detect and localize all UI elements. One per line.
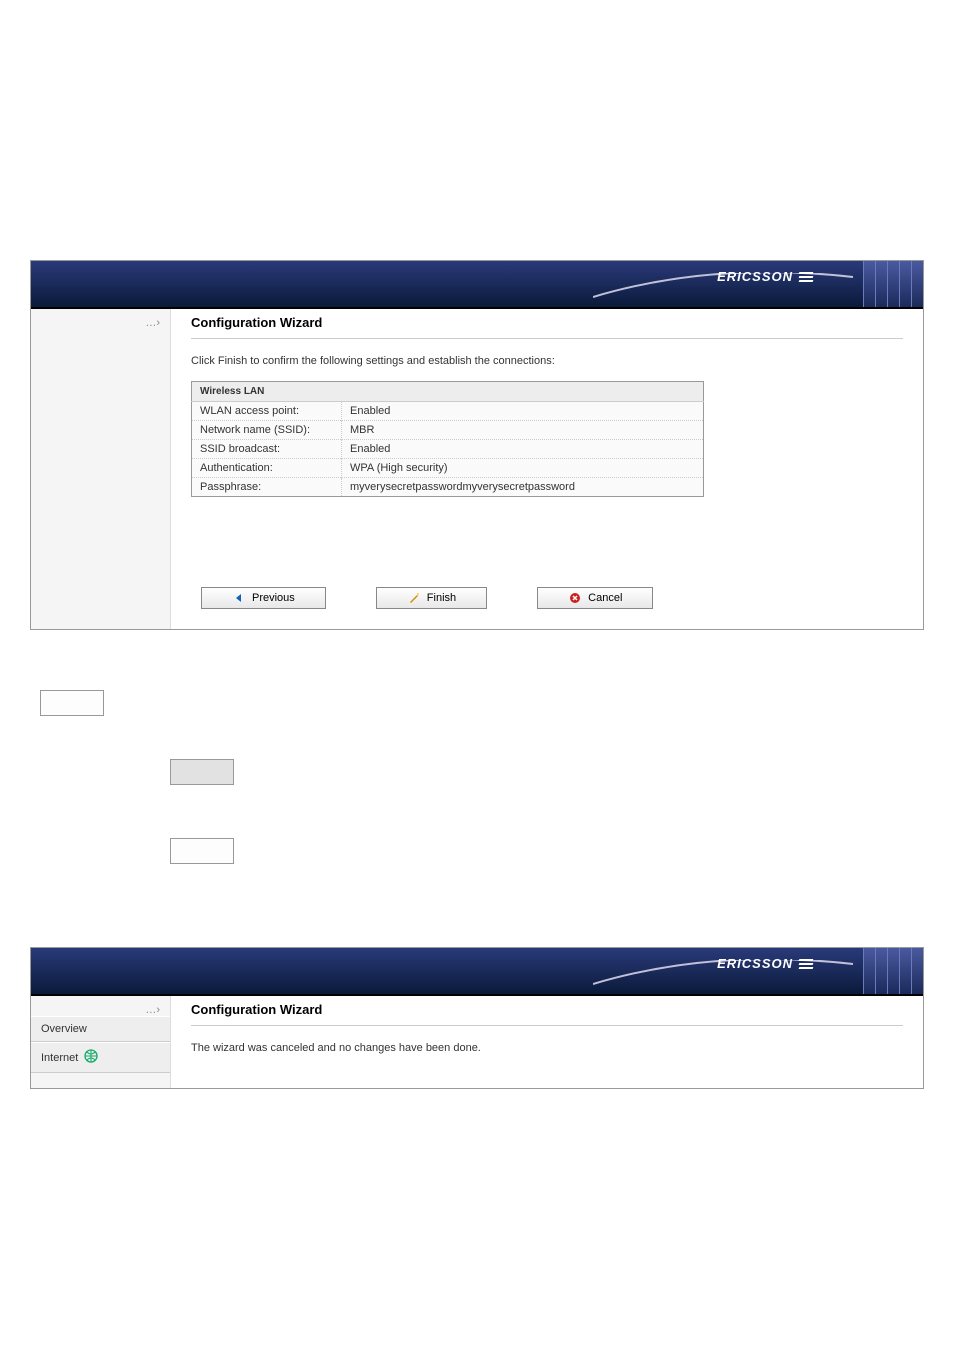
sidebar-item-overview[interactable]: Overview (31, 1016, 170, 1042)
cancel-icon (568, 591, 582, 605)
wizard-sidebar: …› (31, 309, 171, 629)
wizard-summary-panel: ERICSSON …› Configuration Wizard Click F… (30, 260, 924, 630)
passphrase-label: Passphrase: (192, 478, 342, 497)
table-row: Passphrase: myverysecretpasswordmyveryse… (192, 478, 704, 497)
sidebar-item-internet[interactable]: Internet (31, 1042, 170, 1073)
breadcrumb-marker: …› (31, 309, 170, 329)
globe-icon (84, 1049, 98, 1066)
cancel-button[interactable]: Cancel (537, 587, 653, 609)
passphrase-value: myverysecretpasswordmyverysecretpassword (342, 478, 704, 497)
wlan-ap-label: WLAN access point: (192, 402, 342, 421)
wizard-canceled-panel: ERICSSON …› Overview Internet (30, 947, 924, 1089)
table-row: Network name (SSID): MBR (192, 421, 704, 440)
wand-icon (407, 591, 421, 605)
ericsson-stripes-icon (799, 957, 813, 971)
placeholder-button-1[interactable] (40, 690, 104, 716)
placeholder-button-2[interactable] (170, 759, 234, 785)
arrow-left-icon (232, 591, 246, 605)
wlan-section-header: Wireless LAN (192, 382, 704, 402)
instruction-text: Click Finish to confirm the following se… (191, 355, 903, 367)
sidebar-item-label: Overview (41, 1023, 87, 1035)
ssid-broadcast-value: Enabled (342, 440, 704, 459)
header-decor (863, 261, 923, 307)
finish-button[interactable]: Finish (376, 587, 487, 609)
ericsson-stripes-icon (799, 270, 813, 284)
page-title: Configuration Wizard (191, 309, 903, 339)
auth-label: Authentication: (192, 459, 342, 478)
auth-value: WPA (High security) (342, 459, 704, 478)
ssid-label: Network name (SSID): (192, 421, 342, 440)
breadcrumb-marker: …› (31, 996, 170, 1016)
table-row: WLAN access point: Enabled (192, 402, 704, 421)
header-decor (863, 948, 923, 994)
table-row: Authentication: WPA (High security) (192, 459, 704, 478)
finish-label: Finish (427, 592, 456, 604)
brand-text: ERICSSON (717, 956, 793, 971)
ericsson-logo: ERICSSON (717, 269, 813, 284)
ssid-value: MBR (342, 421, 704, 440)
cancel-label: Cancel (588, 592, 622, 604)
sidebar-item-label: Internet (41, 1052, 78, 1064)
page-title: Configuration Wizard (191, 996, 903, 1026)
brand-header: ERICSSON (31, 948, 923, 996)
wizard-sidebar: …› Overview Internet (31, 996, 171, 1088)
wizard-button-row: Previous Finish Cancel (191, 587, 903, 609)
previous-button[interactable]: Previous (201, 587, 326, 609)
previous-label: Previous (252, 592, 295, 604)
placeholder-buttons (30, 690, 924, 867)
table-row: SSID broadcast: Enabled (192, 440, 704, 459)
brand-header: ERICSSON (31, 261, 923, 309)
brand-text: ERICSSON (717, 269, 793, 284)
wlan-ap-value: Enabled (342, 402, 704, 421)
placeholder-button-3[interactable] (170, 838, 234, 864)
ericsson-logo: ERICSSON (717, 956, 813, 971)
wireless-lan-table: Wireless LAN WLAN access point: Enabled … (191, 381, 704, 497)
canceled-message: The wizard was canceled and no changes h… (191, 1042, 903, 1054)
ssid-broadcast-label: SSID broadcast: (192, 440, 342, 459)
